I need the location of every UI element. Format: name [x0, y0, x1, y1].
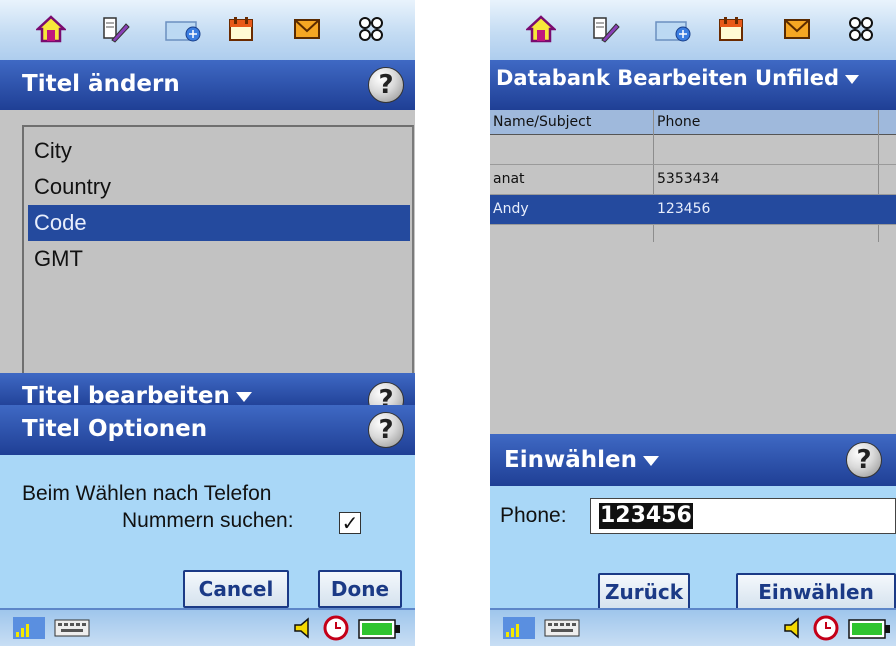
mail-icon[interactable] [780, 12, 814, 46]
options-title-bar: Titel Optionen ? [0, 405, 415, 455]
table-row[interactable] [490, 135, 896, 165]
title-bar[interactable]: Databank Bearbeiten Unfiled [490, 60, 896, 110]
phone-value: 123456 [599, 503, 693, 529]
right-screen: Databank Bearbeiten Unfiled Name/Subject… [490, 0, 896, 646]
battery-icon [358, 619, 402, 643]
column-header[interactable]: Name/Subject [490, 110, 653, 134]
tools-icon[interactable] [98, 12, 132, 46]
dial-button[interactable]: Einwählen [736, 573, 896, 611]
status-bar [490, 608, 896, 646]
search-numbers-checkbox[interactable]: ✓ [339, 512, 361, 534]
help-icon[interactable]: ? [846, 442, 882, 478]
row-name: anat [493, 171, 525, 187]
connect-icon[interactable] [162, 12, 206, 46]
title-list[interactable]: City Country Code GMT [22, 125, 414, 384]
signal-icon [502, 616, 536, 644]
page-title: Titel ändern [22, 71, 180, 97]
row-phone: 5353434 [657, 171, 720, 187]
left-screen: Titel ändern ? City Country Code GMT Tit… [0, 0, 415, 646]
home-icon[interactable] [34, 12, 68, 46]
option-label: Nummern suchen: [122, 509, 294, 532]
edit-title-bar[interactable]: Titel bearbeiten ? [0, 373, 415, 409]
keyboard-icon[interactable] [54, 618, 90, 642]
dropdown-arrow-icon [845, 74, 860, 84]
dropdown-arrow-icon [235, 391, 252, 402]
dial-title: Einwählen [504, 447, 637, 473]
apps-icon[interactable] [844, 12, 878, 46]
phone-label: Phone: [500, 504, 567, 527]
options-panel: Beim Wählen nach Telefon Nummern suchen:… [0, 455, 415, 608]
help-icon[interactable]: ? [368, 67, 404, 103]
list-item[interactable]: GMT [28, 241, 410, 277]
calendar-icon[interactable] [224, 12, 258, 46]
data-table: Name/Subject Phone anat 5353434 Andy 123… [490, 110, 896, 434]
options-title: Titel Optionen [22, 416, 208, 442]
speaker-icon[interactable] [292, 616, 316, 644]
list-item[interactable]: Country [28, 169, 410, 205]
clock-icon[interactable] [813, 615, 839, 645]
table-row-selected[interactable]: Andy 123456 [490, 195, 896, 225]
list-item-selected[interactable]: Code [28, 205, 410, 241]
title-bar: Titel ändern ? [0, 60, 415, 110]
speaker-icon[interactable] [782, 616, 806, 644]
dial-title-bar[interactable]: Einwählen ? [490, 434, 896, 486]
apps-icon[interactable] [354, 12, 388, 46]
home-icon[interactable] [524, 12, 558, 46]
help-icon[interactable]: ? [368, 412, 404, 448]
status-bar [0, 608, 415, 646]
phone-field[interactable]: 123456 [590, 498, 896, 534]
top-app-bar [0, 0, 415, 60]
clock-icon[interactable] [323, 615, 349, 645]
column-header[interactable]: Phone [654, 110, 877, 134]
list-item[interactable]: City [28, 133, 410, 169]
table-header: Name/Subject Phone [490, 110, 896, 135]
signal-icon [12, 616, 46, 644]
battery-icon [848, 619, 892, 643]
tools-icon[interactable] [588, 12, 622, 46]
row-name: Andy [493, 201, 529, 217]
dropdown-arrow-icon [642, 455, 659, 466]
table-row[interactable]: anat 5353434 [490, 165, 896, 195]
done-button[interactable]: Done [318, 570, 402, 608]
keyboard-icon[interactable] [544, 618, 580, 642]
cancel-button[interactable]: Cancel [183, 570, 289, 608]
option-description: Beim Wählen nach Telefon [22, 482, 272, 505]
row-phone: 123456 [657, 201, 711, 217]
connect-icon[interactable] [652, 12, 696, 46]
mail-icon[interactable] [290, 12, 324, 46]
top-app-bar [490, 0, 896, 60]
page-title: Databank Bearbeiten Unfiled [496, 66, 840, 90]
calendar-icon[interactable] [714, 12, 748, 46]
back-button[interactable]: Zurück [598, 573, 690, 611]
